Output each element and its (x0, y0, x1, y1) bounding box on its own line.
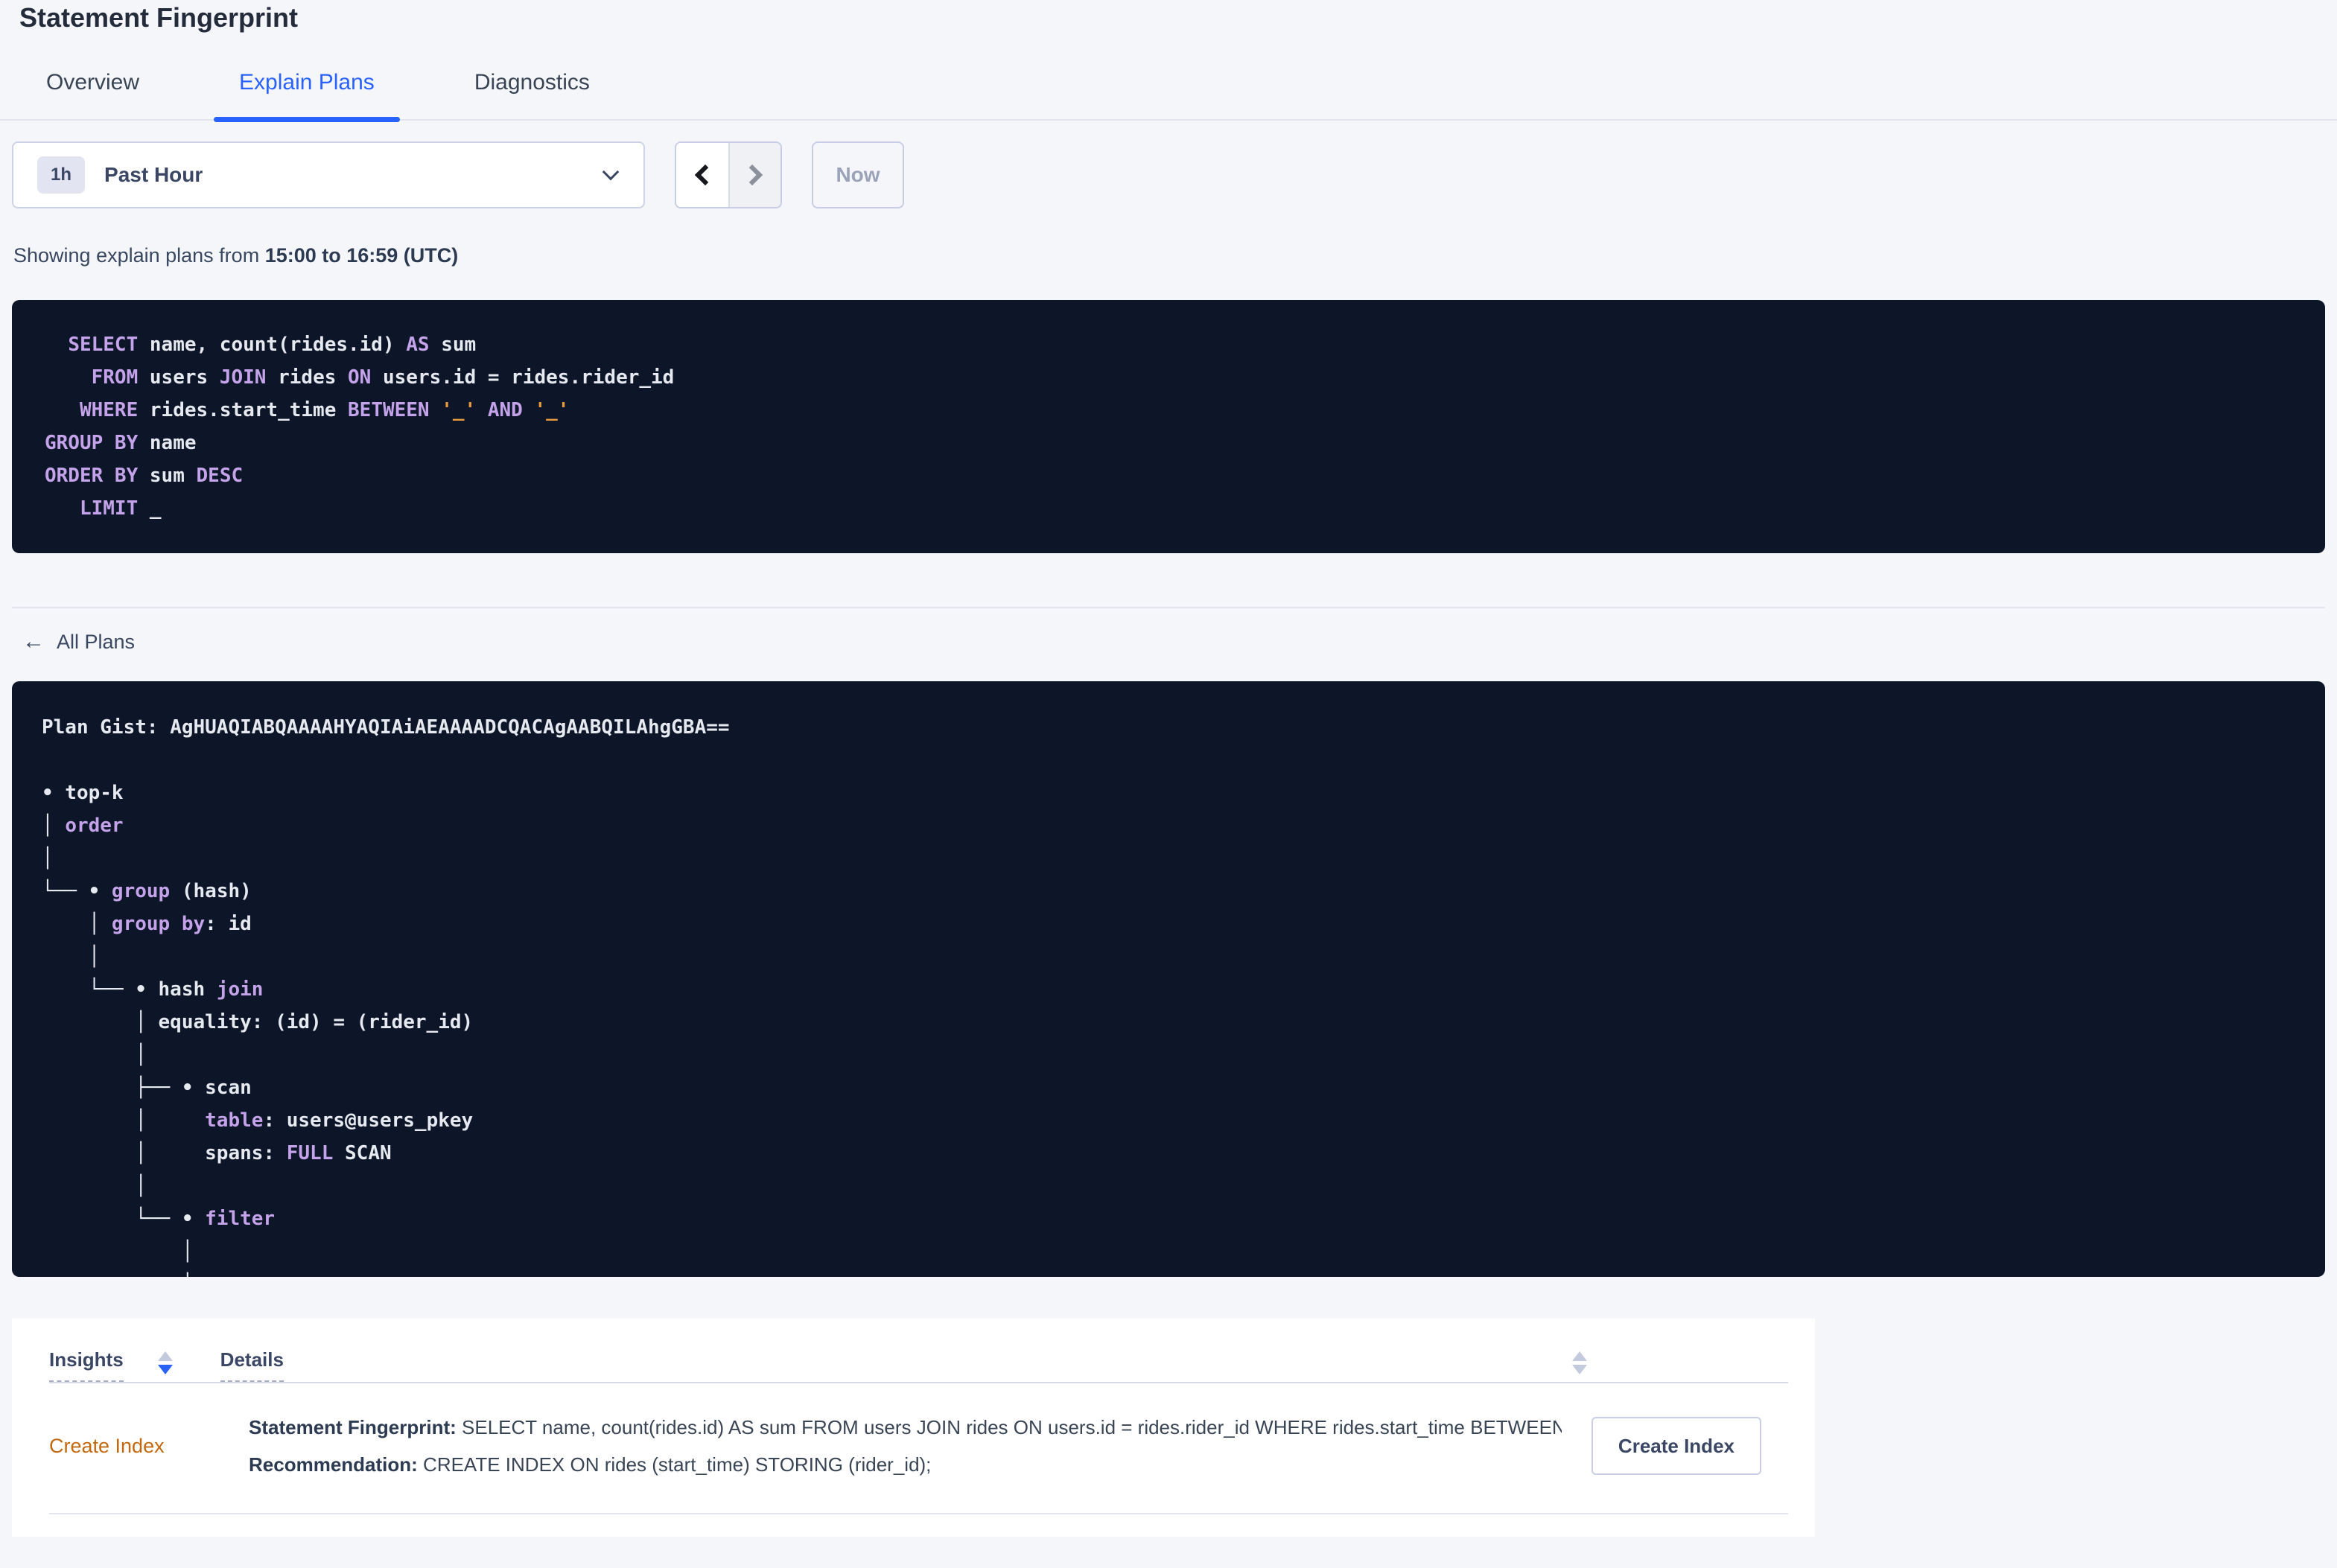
sort-carets-icon[interactable] (157, 1351, 173, 1374)
plan-gist-value: AgHUAQIABQAAAAHYAQIAiAEAAAADCQACAgAABQIL… (170, 716, 730, 739)
insights-table-header: Insights Details (49, 1348, 1788, 1382)
showing-explain-plans-text: Showing explain plans from 15:00 to 16:5… (13, 244, 2325, 267)
statement-fingerprint-label: Statement Fingerprint: (249, 1416, 457, 1438)
plan-gist-panel: Plan Gist: AgHUAQIABQAAAAHYAQIAiAEAAAADC… (12, 681, 2325, 1277)
plan-tree: • top-k │ order │ └── • group (hash) │ grou… (42, 782, 474, 1277)
caret-down-icon (1572, 1365, 1587, 1374)
sql-statement-code: SELECT name, count(rides.id) AS sum FROM… (45, 334, 675, 520)
statement-fingerprint-text: SELECT name, count(rides.id) AS sum FROM… (456, 1416, 1562, 1438)
sql-statement-panel: SELECT name, count(rides.id) AS sum FROM… (12, 300, 2325, 553)
time-range-dropdown[interactable]: 1h Past Hour (12, 141, 645, 208)
time-picker-row: 1h Past Hour Now (12, 141, 2325, 208)
tab-overview[interactable]: Overview (37, 70, 148, 119)
all-plans-back-link[interactable]: ← All Plans (22, 629, 135, 654)
statement-fingerprint-page: Statement Fingerprint Overview Explain P… (0, 0, 2337, 1568)
caret-up-icon (157, 1351, 173, 1361)
recommendation-line: Recommendation: CREATE INDEX ON rides (s… (249, 1446, 1562, 1483)
statement-fingerprint-line: Statement Fingerprint: SELECT name, coun… (249, 1409, 1562, 1446)
previous-time-button[interactable] (676, 143, 728, 207)
plan-gist-line: Plan Gist: AgHUAQIABQAAAAHYAQIAiAEAAAADC… (42, 711, 2295, 744)
tab-diagnostics[interactable]: Diagnostics (465, 70, 599, 119)
insights-table-card: Insights Details Create Index Statement … (12, 1319, 1815, 1537)
showing-prefix: Showing explain plans from (13, 244, 265, 267)
sort-carets-icon[interactable] (1572, 1351, 1587, 1374)
chevron-right-icon (741, 164, 763, 186)
tab-explain-plans[interactable]: Explain Plans (214, 70, 400, 122)
table-row: Create Index Statement Fingerprint: SELE… (49, 1383, 1788, 1514)
column-header-insights[interactable]: Insights (49, 1348, 124, 1382)
page-title: Statement Fingerprint (19, 2, 299, 33)
showing-range: 15:00 to 16:59 (UTC) (264, 244, 459, 267)
now-button[interactable]: Now (812, 141, 904, 208)
time-nav-group (675, 141, 782, 208)
caret-down-icon (157, 1365, 173, 1374)
column-header-details[interactable]: Details (220, 1348, 284, 1382)
arrow-left-icon: ← (22, 629, 45, 654)
section-divider (12, 607, 2325, 608)
chevron-down-icon (602, 163, 620, 181)
tab-bar: Overview Explain Plans Diagnostics (0, 54, 2337, 122)
plan-gist-label: Plan Gist: (42, 716, 171, 739)
time-range-badge: 1h (37, 156, 86, 194)
recommendation-label: Recommendation: (249, 1453, 418, 1476)
all-plans-label: All Plans (57, 630, 136, 653)
insight-type-link[interactable]: Create Index (49, 1435, 223, 1458)
create-index-button[interactable]: Create Index (1591, 1417, 1761, 1475)
time-range-label: Past Hour (104, 163, 203, 186)
caret-up-icon (1572, 1351, 1587, 1361)
insight-details-cell: Statement Fingerprint: SELECT name, coun… (249, 1409, 1562, 1483)
next-time-button[interactable] (728, 143, 780, 207)
recommendation-text: CREATE INDEX ON rides (start_time) STORI… (417, 1453, 932, 1476)
chevron-left-icon (694, 164, 716, 186)
